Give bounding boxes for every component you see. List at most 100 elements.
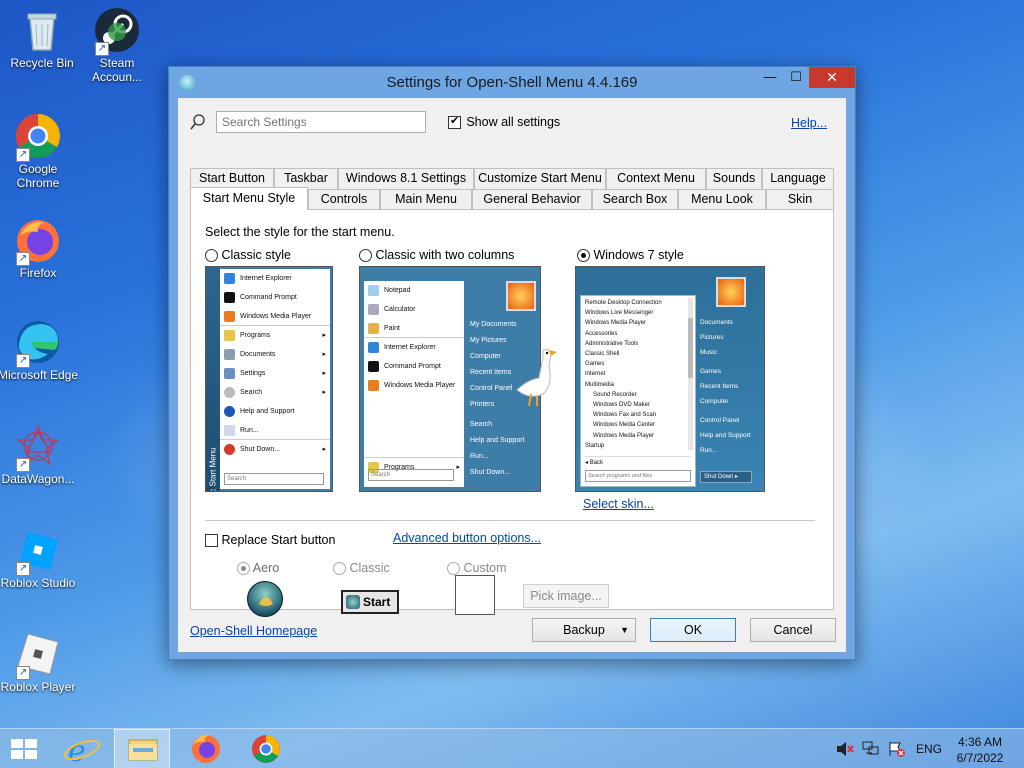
preview-item: Command Prompt xyxy=(364,357,464,376)
windows7-radio-circle[interactable] xyxy=(577,249,590,263)
two-col-left-pane: Notepad Calculator Paint Internet Explor… xyxy=(364,281,464,487)
notepad-icon xyxy=(368,285,379,296)
win7-program-list: Remote Desktop Connection Windows Live M… xyxy=(581,296,695,451)
tab-search-box[interactable]: Search Box xyxy=(592,189,678,210)
preview-item: Help and Support xyxy=(470,437,525,444)
two-col-preview-search: Search xyxy=(368,469,454,481)
show-all-settings-checkbox[interactable]: Show all settings xyxy=(448,114,560,130)
desktop-icon-chrome[interactable]: ↗ Google Chrome xyxy=(0,112,80,190)
classic-button-radio[interactable]: Classic xyxy=(333,561,390,576)
pick-image-button[interactable]: Pick image... xyxy=(523,584,609,608)
shutdown-icon xyxy=(224,444,235,455)
window-title: Settings for Open-Shell Menu 4.4.169 xyxy=(386,74,638,91)
taskbar-firefox[interactable] xyxy=(178,729,234,768)
help-link[interactable]: Help... xyxy=(791,116,827,130)
action-center-icon[interactable] xyxy=(888,741,906,757)
preview-item: Music xyxy=(700,349,717,356)
preview-item: Windows Live Messenger xyxy=(585,310,654,317)
two-columns-style-radio[interactable]: Classic with two columns xyxy=(359,248,514,263)
preview-item: Windows Media Player xyxy=(593,432,655,439)
classic-start-text: Start xyxy=(363,595,391,609)
desktop-icon-label: Google Chrome xyxy=(16,162,60,190)
tab-context-menu[interactable]: Context Menu xyxy=(606,168,706,189)
replace-start-button-checkbox[interactable]: Replace Start button xyxy=(205,533,336,548)
dialog-client-area: Show all settings Help... Start Button T… xyxy=(177,97,847,653)
media-player-icon xyxy=(368,380,379,391)
desktop-icon-label: DataWagon... xyxy=(1,472,75,486)
custom-button-radio[interactable]: Custom xyxy=(447,561,507,576)
taskbar-internet-explorer[interactable]: e xyxy=(54,729,110,768)
start-button[interactable] xyxy=(0,729,48,768)
tab-sounds[interactable]: Sounds xyxy=(706,168,762,189)
volume-muted-icon[interactable] xyxy=(836,741,854,757)
shortcut-arrow-icon: ↗ xyxy=(16,354,30,368)
preview-item: Games xyxy=(700,368,721,375)
desktop-icon-firefox[interactable]: ↗ Firefox xyxy=(0,216,80,280)
show-all-checkbox-box[interactable] xyxy=(448,114,461,130)
minimize-button[interactable]: — xyxy=(757,67,783,88)
taskbar-clock[interactable]: 4:36 AM 6/7/2022 xyxy=(948,734,1012,766)
taskbar-file-explorer[interactable] xyxy=(114,729,170,768)
two-columns-radio-circle[interactable] xyxy=(359,249,372,263)
settings-icon xyxy=(224,368,235,379)
aero-radio[interactable]: Aero xyxy=(237,561,279,576)
search-icon xyxy=(190,114,206,133)
tab-controls[interactable]: Controls xyxy=(308,189,380,210)
select-skin-link[interactable]: Select skin... xyxy=(583,497,654,511)
style-prompt: Select the style for the start menu. xyxy=(205,225,395,239)
classic-style-label: Classic style xyxy=(221,248,291,262)
replace-start-label: Replace Start button xyxy=(221,533,336,547)
desktop-icon-datawagon[interactable]: ↗ DataWagon... xyxy=(0,422,80,486)
aero-radio-circle[interactable] xyxy=(237,562,250,576)
classic-style-radio[interactable]: Classic style xyxy=(205,248,291,263)
tab-start-menu-style[interactable]: Start Menu Style xyxy=(190,187,308,210)
preview-item: Sound Recorder xyxy=(593,391,637,398)
desktop-icon-roblox-studio[interactable]: ↗ Roblox Studio xyxy=(0,526,80,590)
open-shell-homepage-link[interactable]: Open-Shell Homepage xyxy=(190,624,317,638)
classic-style-radio-circle[interactable] xyxy=(205,249,218,263)
desktop-icon-edge[interactable]: ↗ Microsoft Edge xyxy=(0,318,80,382)
tab-language[interactable]: Language xyxy=(762,168,834,189)
title-bar[interactable]: Settings for Open-Shell Menu 4.4.169 — ☐… xyxy=(169,67,855,97)
two-col-user-picture xyxy=(506,281,536,311)
windows7-style-preview[interactable]: Remote Desktop Connection Windows Live M… xyxy=(575,266,765,492)
taskbar-chrome[interactable] xyxy=(238,729,294,768)
classic-start-button-preview: Start xyxy=(341,590,399,614)
advanced-button-options-link[interactable]: Advanced button options... xyxy=(393,531,541,545)
tab-start-button[interactable]: Start Button xyxy=(190,168,274,189)
tab-skin[interactable]: Skin xyxy=(766,189,834,210)
ok-button[interactable]: OK xyxy=(650,618,736,642)
preview-item: My Documents xyxy=(470,321,517,328)
tab-windows-8-1-settings[interactable]: Windows 8.1 Settings xyxy=(338,168,474,189)
windows7-style-label: Windows 7 style xyxy=(593,248,684,262)
replace-start-checkbox-box[interactable] xyxy=(205,534,218,548)
preview-item: Internet xyxy=(585,371,606,378)
input-language[interactable]: ENG xyxy=(916,742,942,756)
tab-general-behavior[interactable]: General Behavior xyxy=(472,189,592,210)
classic-style-preview[interactable]: Classic Start Menu Internet Explorer Com… xyxy=(205,266,333,492)
preview-item: Search xyxy=(470,421,493,428)
close-button[interactable]: ✕ xyxy=(809,67,855,88)
cmd-icon xyxy=(224,292,235,303)
tab-main-menu[interactable]: Main Menu xyxy=(380,189,472,210)
desktop-icon-label: Firefox xyxy=(19,266,57,280)
desktop-icon-roblox-player[interactable]: ↗ Roblox Player xyxy=(0,630,80,694)
network-icon[interactable] xyxy=(862,741,880,757)
desktop-icon-recycle-bin[interactable]: Recycle Bin xyxy=(0,6,84,70)
custom-radio-circle[interactable] xyxy=(447,562,460,576)
maximize-button[interactable]: ☐ xyxy=(783,67,809,88)
cancel-button[interactable]: Cancel xyxy=(750,618,836,642)
custom-image-box xyxy=(455,575,495,615)
tab-taskbar[interactable]: Taskbar xyxy=(274,168,338,189)
classic-radio-circle[interactable] xyxy=(333,562,346,576)
classic-preview-search: Search xyxy=(224,473,324,485)
win7-right-pane: Documents Pictures Music Games Recent It… xyxy=(700,315,764,458)
tab-customize-start-menu[interactable]: Customize Start Menu xyxy=(474,168,606,189)
backup-button[interactable]: Backup ▼ xyxy=(532,618,636,642)
media-player-icon xyxy=(224,311,235,322)
desktop-icon-steam[interactable]: ↗ Steam Accoun... xyxy=(75,6,159,84)
desktop-icon-label: Microsoft Edge xyxy=(0,368,79,382)
tab-menu-look[interactable]: Menu Look xyxy=(678,189,766,210)
search-input[interactable] xyxy=(216,111,426,133)
windows7-style-radio[interactable]: Windows 7 style xyxy=(577,248,684,263)
